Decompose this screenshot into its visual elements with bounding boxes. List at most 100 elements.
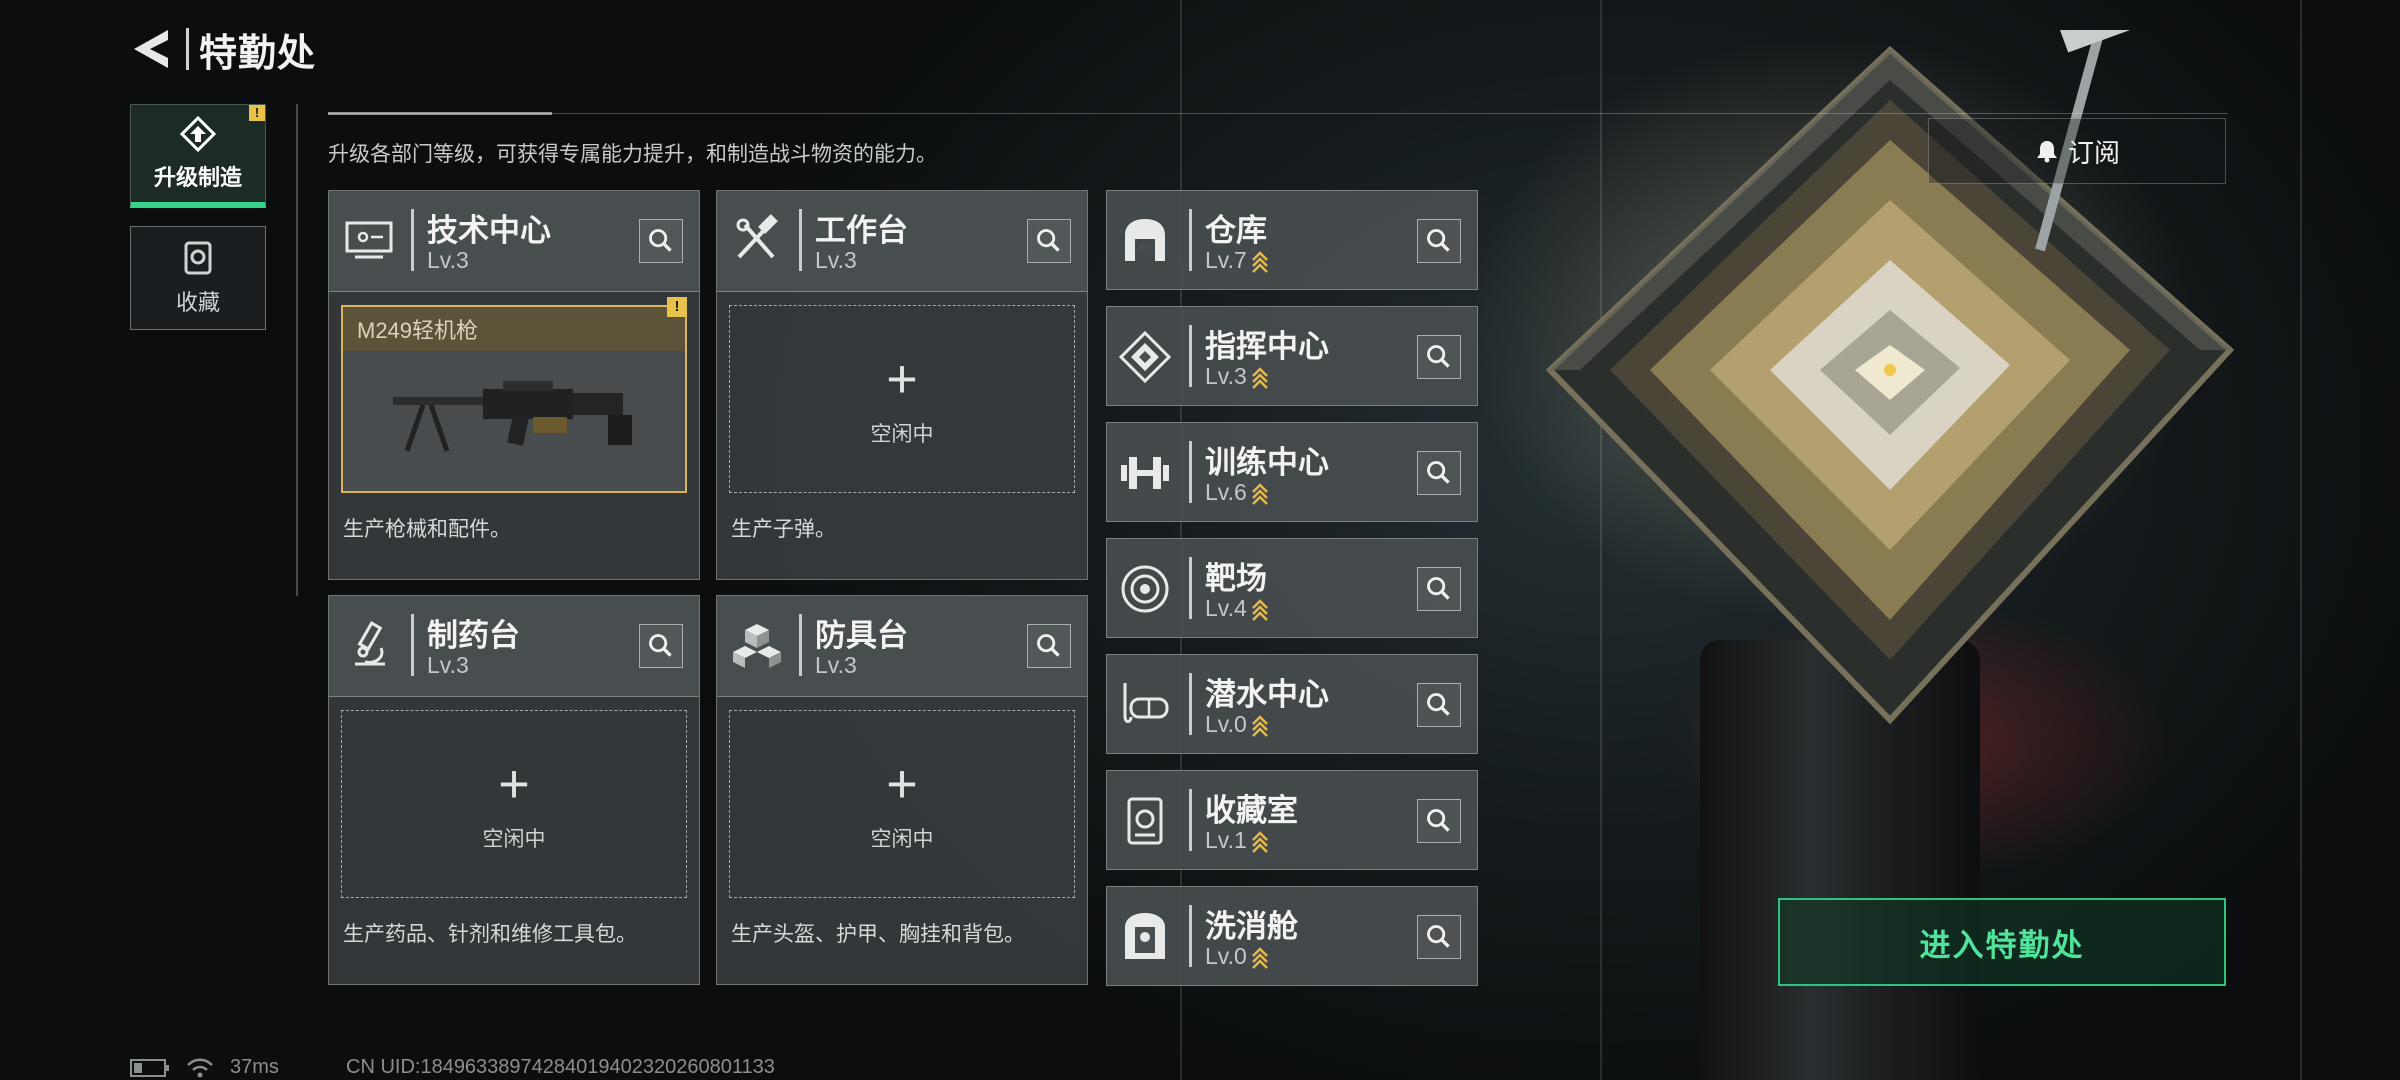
facility-name: 靶场 [1205,561,1267,596]
production-slot[interactable]: M249轻机枪 ! [341,297,687,493]
facility-level: Lv.0 [1205,943,1269,970]
back-button[interactable] [128,26,174,72]
upgrade-chevron-icon [1251,947,1268,969]
facility-level-text: Lv.1 [1205,827,1247,853]
search-icon[interactable] [1417,451,1461,495]
facility-level: Lv.0 [1205,711,1269,738]
dept-panel-armor: 防具台 Lv.3 + 空闲中 生产头盔、护甲、胸挂和背包。 [716,595,1088,985]
facility-level-text: Lv.3 [1205,363,1247,389]
guide-line [296,104,298,596]
dept-description: 生产头盔、护甲、胸挂和背包。 [731,923,1025,946]
search-icon[interactable] [1417,567,1461,611]
slot-alert-badge: ! [667,297,687,317]
blocks-icon [733,624,781,668]
enter-special-ops-button[interactable]: 进入特勤处 [1778,898,2226,986]
facility-name: 洗消舱 [1205,909,1298,944]
search-icon[interactable] [1417,335,1461,379]
search-icon[interactable] [1417,683,1461,727]
wifi-icon [187,1058,213,1077]
monitor-icon [345,221,393,259]
dept-panel-pharmacy: 制药台 Lv.3 + 空闲中 生产药品、针剂和维修工具包。 [328,595,700,985]
facility-level: Lv.1 [1205,827,1269,854]
facility-row-diving-center[interactable]: 潜水中心 Lv.0 [1106,654,1478,754]
dumbbell-icon [1121,457,1169,489]
header-separator [1189,673,1192,735]
guide-line [328,112,552,115]
upgrade-chevron-icon [1251,831,1268,853]
upgrade-chevron-icon [1251,251,1268,273]
facility-level: Lv.4 [1205,595,1269,622]
header-separator [1189,789,1192,851]
tab-upgrade-craft[interactable]: ! 升级制造 [130,104,266,208]
slot-status: 空闲中 [870,828,934,851]
scene-beam [2300,0,2302,1080]
diving-mask-icon [1123,683,1169,723]
tab-collection[interactable]: 收藏 [130,226,266,330]
panel-header[interactable]: 制药台 Lv.3 [329,596,699,697]
bell-icon [2036,141,2057,163]
add-icon: + [886,754,918,814]
dept-panel-tech-center: 技术中心 Lv.3 M249轻机枪 ! 生产枪械和配件。 [328,190,700,580]
dept-level: Lv.3 [815,652,857,678]
header-separator [1189,905,1192,967]
facility-row-shooting-range[interactable]: 靶场 Lv.4 [1106,538,1478,638]
facility-name: 训练中心 [1205,445,1329,480]
dept-description: 生产药品、针剂和维修工具包。 [343,923,637,946]
panel-header[interactable]: 工作台 Lv.3 [717,191,1087,292]
facility-level-text: Lv.0 [1205,711,1247,737]
header-separator [411,614,414,676]
decon-icon [1125,913,1165,959]
command-icon [1118,330,1172,384]
production-slot[interactable]: + 空闲中 [729,710,1075,898]
dept-panel-workbench: 工作台 Lv.3 + 空闲中 生产子弹。 [716,190,1088,580]
page-description: 升级各部门等级，可获得专属能力提升，和制造战斗物资的能力。 [328,143,937,166]
header-separator [1189,441,1192,503]
search-icon[interactable] [1417,219,1461,263]
dept-description: 生产枪械和配件。 [343,518,511,541]
collection-icon [184,241,212,275]
facility-row-decon-chamber[interactable]: 洗消舱 Lv.0 [1106,886,1478,986]
production-slot[interactable]: + 空闲中 [341,710,687,898]
dept-description: 生产子弹。 [731,518,836,541]
status-bar: 37ms [130,1056,279,1079]
upgrade-chevron-icon [1251,367,1268,389]
tab-label: 收藏 [175,290,220,315]
panel-header[interactable]: 防具台 Lv.3 [717,596,1087,697]
battery-icon [130,1058,169,1077]
collection-icon [1127,797,1163,845]
machine-gun-image [393,381,632,452]
header-separator [411,209,414,271]
subscribe-label: 订阅 [2067,137,2120,168]
search-icon[interactable] [1417,915,1461,959]
search-icon[interactable] [639,624,683,668]
facility-name: 指挥中心 [1205,329,1329,364]
microscope-icon [355,621,385,666]
search-icon[interactable] [1027,624,1071,668]
user-uid: CN UID:18496338974284019402320260801133 [346,1056,775,1078]
search-icon[interactable] [639,219,683,263]
facility-level: Lv.7 [1205,247,1269,274]
upgrade-chevron-icon [1251,599,1268,621]
search-icon[interactable] [1027,219,1071,263]
facility-name: 仓库 [1205,213,1267,248]
slot-status: 空闲中 [482,828,546,851]
subscribe-button[interactable]: 订阅 [1928,118,2226,184]
facility-row-warehouse[interactable]: 仓库 Lv.7 [1106,190,1478,290]
dept-level: Lv.3 [427,652,469,678]
facility-row-collection-room[interactable]: 收藏室 Lv.1 [1106,770,1478,870]
search-icon[interactable] [1417,799,1461,843]
panel-header[interactable]: 技术中心 Lv.3 [329,191,699,292]
dept-level: Lv.3 [427,247,469,273]
header-separator [799,614,802,676]
facility-level-text: Lv.6 [1205,479,1247,505]
title-separator [186,28,189,70]
facility-row-training-center[interactable]: 训练中心 Lv.6 [1106,422,1478,522]
production-slot[interactable]: + 空闲中 [729,305,1075,493]
slot-status: 空闲中 [870,423,934,446]
guide-line [328,113,2228,114]
header-separator [1189,325,1192,387]
page-title: 特勤处 [199,33,317,75]
facility-row-command-center[interactable]: 指挥中心 Lv.3 [1106,306,1478,406]
slot-item-name: M249轻机枪 [357,318,479,343]
dept-level: Lv.3 [815,247,857,273]
